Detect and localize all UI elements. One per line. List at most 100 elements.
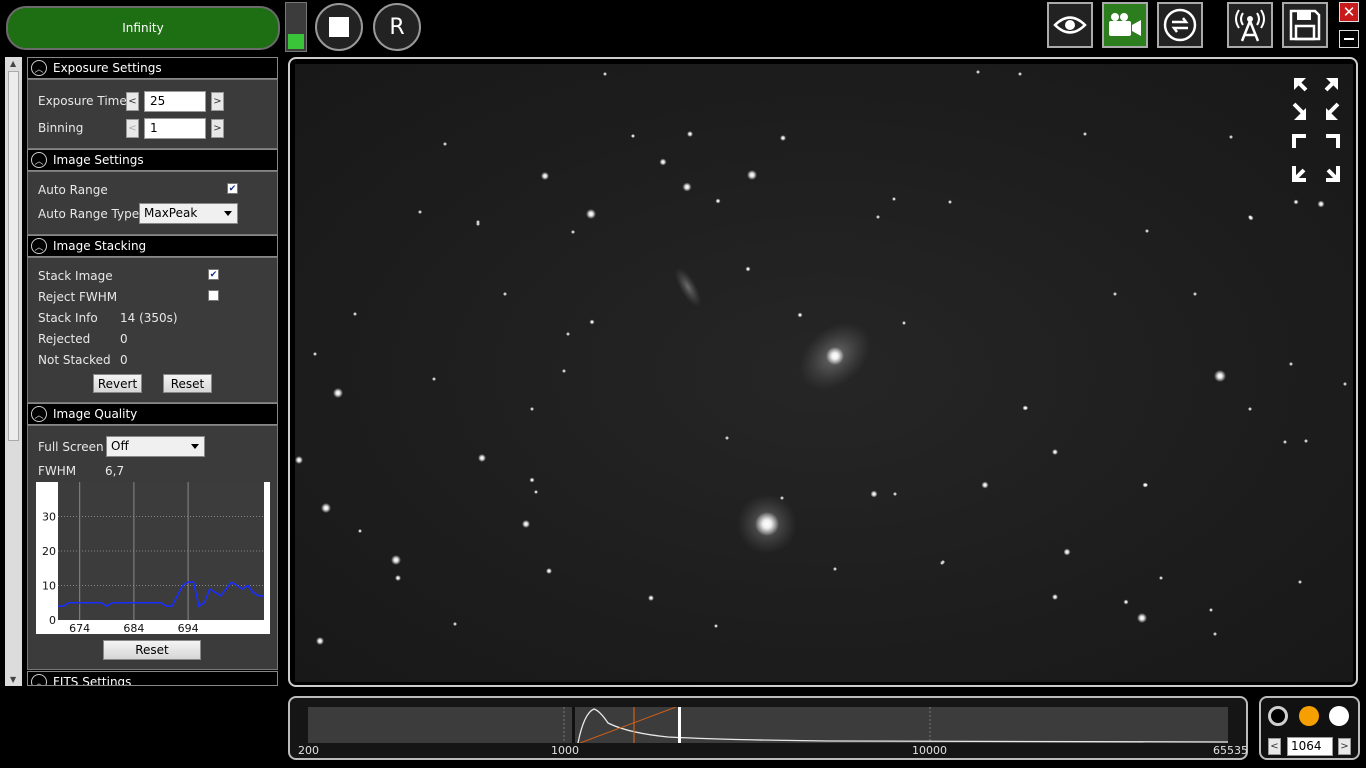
close-icon: ✕ [1342,3,1356,21]
broadcast-button[interactable] [1227,2,1273,48]
stack-image-label: Stack Image [38,269,113,283]
auto-range-type-select[interactable]: MaxPeak [139,203,238,224]
quality-reset-button[interactable]: Reset [103,640,201,660]
image-stacking-header[interactable]: ︿ Image Stacking [27,235,278,257]
video-camera-button[interactable] [1102,2,1148,48]
image-quality-body: Full Screen Off FWHM 6,7 0 10 20 30 674 684 69… [27,425,278,670]
antenna-icon [1235,9,1265,42]
exposure-time-field[interactable]: 25 [144,91,206,112]
stop-icon [329,17,349,37]
minimize-icon [1344,38,1354,40]
black-color-dot[interactable] [1268,706,1288,726]
astro-image[interactable] [295,64,1353,682]
auto-range-checkbox[interactable]: ✔ [227,183,238,194]
fits-settings-header[interactable]: ︿ FITS Settings [27,671,278,686]
dropdown-arrow-icon [224,211,232,216]
collapse-chevron-icon[interactable]: ︿ [31,152,47,168]
not-stacked-label: Not Stacked [38,353,111,367]
zoom-controls[interactable] [1292,76,1342,186]
histogram-tick-label: 200 [298,744,319,757]
y-tick-label: 20 [42,545,56,558]
reject-fwhm-label: Reject FWHM [38,290,118,304]
collapse-chevron-icon[interactable]: ︿ [31,674,47,685]
minimize-button[interactable] [1339,30,1359,48]
dropdown-arrow-icon [191,444,199,449]
y-tick-label: 10 [42,580,56,593]
x-tick-label: 694 [178,622,199,634]
black-point-marker[interactable] [572,707,575,743]
orange-color-dot[interactable] [1299,706,1319,726]
infinity-button[interactable]: Infinity [6,6,280,50]
exposure-settings-header[interactable]: ︿ Exposure Settings [27,57,278,79]
white-point-marker[interactable] [678,707,681,743]
exposure-time-label: Exposure Time [38,94,127,108]
reset-capture-button[interactable]: R [373,3,421,51]
section-title: Image Settings [53,153,144,167]
zoom-out-icon[interactable] [1292,102,1340,120]
view-button[interactable] [1047,2,1093,48]
loop-icon [1163,8,1197,42]
star-field [295,70,1347,645]
section-title: Image Stacking [53,239,147,253]
x-tick-label: 684 [123,622,144,634]
image-stacking-body: Stack Image ✔ Reject FWHM Stack Info 14 … [27,257,278,403]
section-title: FITS Settings [53,675,132,686]
frame-value-field[interactable]: 1064 [1287,737,1333,756]
fwhm-chart: 0 10 20 30 674 684 694 [36,482,270,634]
revert-button[interactable]: Revert [93,374,142,393]
image-quality-header[interactable]: ︿ Image Quality [27,403,278,425]
zoom-in-icon[interactable] [1294,78,1338,92]
frame-decrement[interactable]: < [1268,738,1281,755]
stack-info-value: 14 (350s) [120,311,178,325]
collapse-chevron-icon[interactable]: ︿ [31,60,47,76]
histogram-graph [563,707,1228,743]
full-screen-select[interactable]: Off [106,436,205,457]
signal-level-fill [288,33,304,49]
loop-button[interactable] [1157,2,1203,48]
settings-scrollbar[interactable]: ▲ ▼ [5,57,22,686]
binning-increment[interactable]: > [211,119,224,138]
stack-reset-button[interactable]: Reset [163,374,212,393]
scroll-down-icon[interactable]: ▼ [10,675,16,684]
close-button[interactable]: ✕ [1339,2,1359,22]
x-tick-label: 674 [69,622,90,634]
fwhm-label: FWHM [38,464,77,478]
auto-range-type-label: Auto Range Type [38,207,140,221]
auto-range-type-value: MaxPeak [144,206,198,220]
section-title: Exposure Settings [53,61,162,75]
image-settings-header[interactable]: ︿ Image Settings [27,149,278,171]
stack-info-label: Stack Info [38,311,98,325]
histogram-tick-label: 10000 [912,744,947,757]
frame-increment[interactable]: > [1338,738,1351,755]
exposure-settings-body: Exposure Time < 25 > Binning < 1 > [27,79,278,149]
y-tick-label: 0 [49,614,56,627]
histogram-plot[interactable] [308,707,1228,743]
binning-label: Binning [38,121,84,135]
auto-range-label: Auto Range [38,183,108,197]
not-stacked-value: 0 [120,353,128,367]
stop-button[interactable] [315,3,363,51]
image-settings-body: Auto Range ✔ Auto Range Type MaxPeak [27,171,278,235]
reject-fwhm-checkbox[interactable] [208,290,219,301]
scroll-up-icon[interactable]: ▲ [10,59,16,68]
exposure-time-increment[interactable]: > [211,92,224,111]
scrollbar-thumb[interactable] [8,71,19,441]
signal-level-meter [285,2,307,52]
white-color-dot[interactable] [1329,706,1349,726]
collapse-chevron-icon[interactable]: ︿ [31,406,47,422]
full-screen-label: Full Screen [38,440,104,454]
full-screen-value: Off [111,439,129,453]
collapse-chevron-icon[interactable]: ︿ [31,238,47,254]
binning-field[interactable]: 1 [144,118,206,139]
exposure-time-decrement[interactable]: < [126,92,139,111]
binning-decrement[interactable]: < [126,119,139,138]
rejected-label: Rejected [38,332,91,346]
rejected-value: 0 [120,332,128,346]
fit-to-screen-icon[interactable] [1292,134,1340,182]
save-button[interactable] [1282,2,1328,48]
fwhm-value: 6,7 [105,464,125,478]
video-camera-icon [1109,13,1141,36]
section-title: Image Quality [53,407,138,421]
stack-image-checkbox[interactable]: ✔ [208,269,219,280]
histogram-tick-label: 1000 [551,744,579,757]
